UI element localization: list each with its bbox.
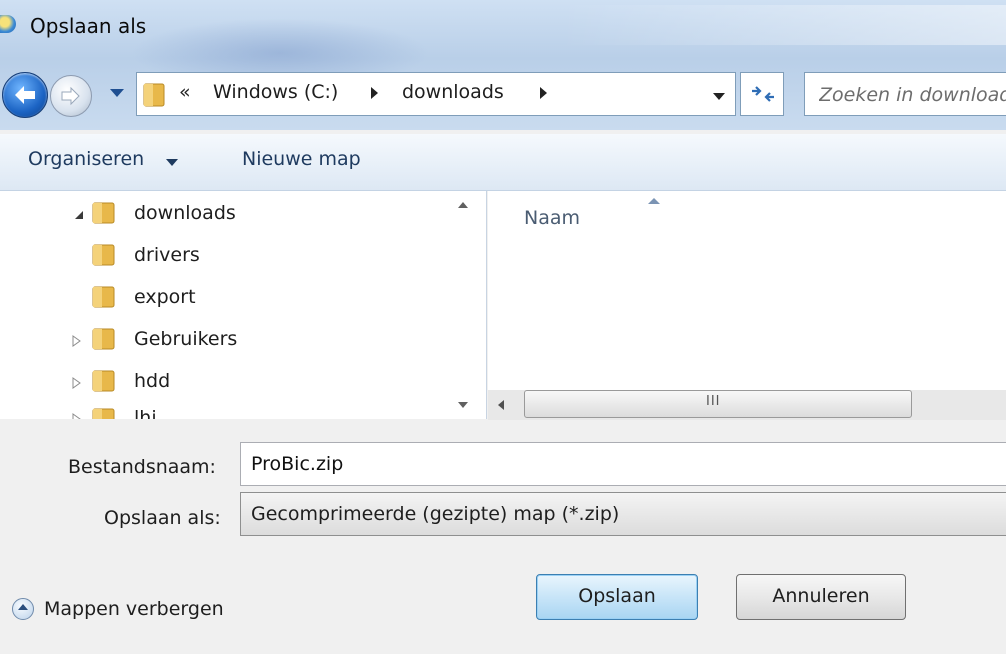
search-input[interactable]: [817, 80, 1006, 110]
new-folder-button[interactable]: Nieuwe map: [242, 148, 361, 170]
tree-item-label: Gebruikers: [134, 328, 238, 350]
tree-item-lhi[interactable]: lhi: [0, 407, 450, 419]
window-title: Opslaan als: [30, 14, 147, 38]
tree-item-downloads[interactable]: downloads: [0, 197, 450, 233]
chevron-up-icon[interactable]: [12, 598, 34, 620]
folder-icon: [143, 83, 165, 107]
search-box[interactable]: [804, 72, 1006, 116]
breadcrumb-drive[interactable]: Windows (C:): [213, 81, 338, 103]
breadcrumb-downloads[interactable]: downloads: [402, 81, 504, 103]
save-as-type-select[interactable]: Gecomprimeerde (gezipte) map (*.zip): [240, 492, 1006, 536]
refresh-button[interactable]: [740, 72, 784, 116]
chevron-down-icon[interactable]: [166, 159, 178, 166]
folder-icon: [92, 202, 115, 224]
refresh-icon: [752, 86, 774, 102]
cancel-button[interactable]: Annuleren: [736, 574, 906, 620]
folder-icon: [92, 408, 115, 419]
scroll-down-icon[interactable]: [458, 402, 468, 408]
scroll-left-icon[interactable]: [498, 400, 504, 410]
tree-item-label: drivers: [134, 244, 200, 266]
folder-icon: [92, 286, 115, 308]
back-button[interactable]: [2, 72, 48, 118]
tree-item-label: downloads: [134, 202, 236, 224]
tree-item-export[interactable]: export: [0, 281, 450, 317]
folder-icon: [92, 370, 115, 392]
save-button[interactable]: Opslaan: [536, 574, 698, 620]
breadcrumb-separator-icon[interactable]: [371, 87, 378, 99]
sort-ascending-icon: [648, 198, 660, 204]
address-overflow-chevron[interactable]: «: [179, 81, 191, 103]
address-bar[interactable]: « Windows (C:) downloads: [136, 72, 736, 116]
tree-item-hdd[interactable]: hdd: [0, 365, 450, 401]
arrow-left-icon: [15, 86, 35, 104]
address-dropdown-icon[interactable]: [713, 93, 725, 100]
filename-field[interactable]: [240, 442, 1006, 486]
tree-expanded-icon[interactable]: [74, 210, 84, 220]
tree-scrollbar[interactable]: [452, 191, 486, 419]
folder-icon: [92, 328, 115, 350]
navigation-tree: downloads drivers export Gebruikers hdd: [0, 191, 487, 419]
forward-button[interactable]: [50, 75, 92, 117]
aero-glass-highlight: [560, 5, 1006, 45]
breadcrumb-separator-icon[interactable]: [540, 87, 547, 99]
tree-collapsed-icon[interactable]: [72, 413, 82, 419]
column-header-name[interactable]: Naam: [524, 207, 580, 229]
command-bar: [0, 134, 1006, 191]
tree-item-label: export: [134, 286, 196, 308]
filename-label: Bestandsnaam:: [68, 456, 216, 478]
tree-item-label: hdd: [134, 370, 171, 392]
arrow-right-icon: [61, 86, 80, 106]
recent-pages-dropdown[interactable]: [110, 89, 124, 97]
tree-collapsed-icon[interactable]: [72, 335, 82, 347]
tree-collapsed-icon[interactable]: [72, 377, 82, 389]
organize-button[interactable]: Organiseren: [28, 148, 144, 170]
tree-item-gebruikers[interactable]: Gebruikers: [0, 323, 450, 359]
save-as-type-value: Gecomprimeerde (gezipte) map (*.zip): [251, 503, 620, 525]
tree-item-label: lhi: [134, 407, 157, 419]
save-as-type-label: Opslaan als:: [104, 507, 221, 529]
tree-item-drivers[interactable]: drivers: [0, 239, 450, 275]
scrollbar-grip: III: [706, 394, 721, 409]
scroll-up-icon[interactable]: [458, 202, 468, 208]
hide-folders-toggle[interactable]: Mappen verbergen: [44, 598, 224, 620]
folder-icon: [92, 244, 115, 266]
